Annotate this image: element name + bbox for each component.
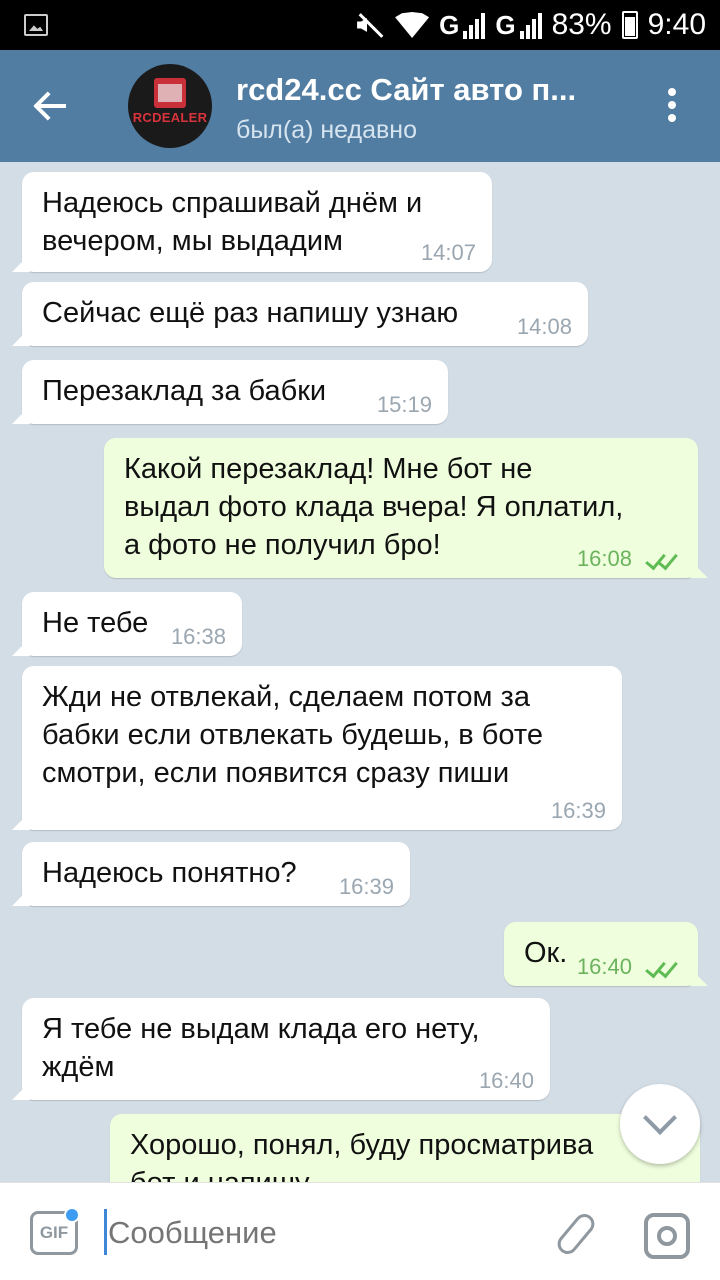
message-incoming[interactable]: Я тебе не выдам клада его нету, ждём 16:… [22, 998, 550, 1100]
message-time: 16:38 [170, 624, 226, 649]
avatar-brand: RCDEALER [132, 110, 208, 125]
message-incoming[interactable]: Перезаклад за бабки 15:19 [22, 360, 448, 424]
message-text: Сейчас ещё раз напишу узнаю [42, 297, 459, 329]
message-incoming[interactable]: Надеюсь понятно? 16:39 [22, 842, 410, 906]
message-text: Я тебе не выдам клада его нету, ждём [42, 1013, 480, 1083]
signal-icon-1: G [439, 11, 486, 39]
mute-icon [355, 10, 385, 40]
message-incoming[interactable]: Не тебе 16:38 [22, 592, 242, 656]
battery-icon [621, 11, 638, 39]
message-time: 16:39 [550, 798, 606, 823]
chat-title[interactable]: rcd24.cc Сайт авто п... [236, 72, 576, 108]
status-bar: G G 83% 9:40 [0, 0, 720, 50]
message-text: Надеюсь спрашивай днём и вечером, мы выд… [42, 187, 423, 257]
message-text: Хорошо, понял, буду просматрива бот и на… [130, 1129, 594, 1182]
read-checkmarks-icon [644, 550, 680, 570]
message-time: 16:39 [338, 874, 394, 899]
message-time: 15:19 [376, 392, 432, 417]
more-menu-icon[interactable] [665, 88, 679, 128]
message-incoming[interactable]: Сейчас ещё раз напишу узнаю 14:08 [22, 282, 588, 346]
battery-percent: 83% [551, 8, 612, 41]
message-text: Перезаклад за бабки [42, 375, 327, 407]
wifi-icon [395, 12, 430, 38]
message-incoming[interactable]: Жди не отвлекай, сделаем потом за бабки … [22, 666, 622, 830]
gallery-notification-icon [24, 14, 48, 36]
message-outgoing[interactable]: Хорошо, понял, буду просматрива бот и на… [110, 1114, 700, 1182]
paperclip-icon[interactable] [552, 1211, 596, 1255]
message-time: 16:40 [576, 954, 632, 979]
scroll-down-button[interactable] [620, 1084, 700, 1164]
message-composer: GIF [0, 1182, 720, 1280]
message-time: 16:40 [478, 1068, 534, 1093]
text-cursor [104, 1209, 107, 1255]
message-time: 16:08 [576, 546, 632, 571]
message-time: 14:08 [516, 314, 572, 339]
message-text: Жди не отвлекай, сделаем потом за бабки … [42, 681, 543, 789]
avatar[interactable]: RCDEALER [128, 64, 212, 148]
camera-icon[interactable] [644, 1213, 690, 1259]
back-arrow-icon[interactable] [30, 84, 74, 128]
message-outgoing[interactable]: Ок. 16:40 [504, 922, 698, 986]
message-input[interactable] [108, 1213, 528, 1253]
message-list[interactable]: Надеюсь спрашивай днём и вечером, мы выд… [0, 162, 720, 1182]
chat-status: был(а) недавно [236, 116, 418, 144]
message-outgoing[interactable]: Какой перезаклад! Мне бот не выдал фото … [104, 438, 698, 578]
clock: 9:40 [647, 8, 706, 41]
message-time: 14:07 [420, 240, 476, 265]
chat-header: RCDEALER rcd24.cc Сайт авто п... был(а) … [0, 50, 720, 162]
message-incoming[interactable]: Надеюсь спрашивай днём и вечером, мы выд… [22, 172, 492, 272]
notification-dot [64, 1207, 80, 1223]
car-box-icon [154, 78, 186, 108]
read-checkmarks-icon [644, 958, 680, 978]
signal-icon-2: G [495, 11, 542, 39]
message-text: Надеюсь понятно? [42, 857, 297, 889]
